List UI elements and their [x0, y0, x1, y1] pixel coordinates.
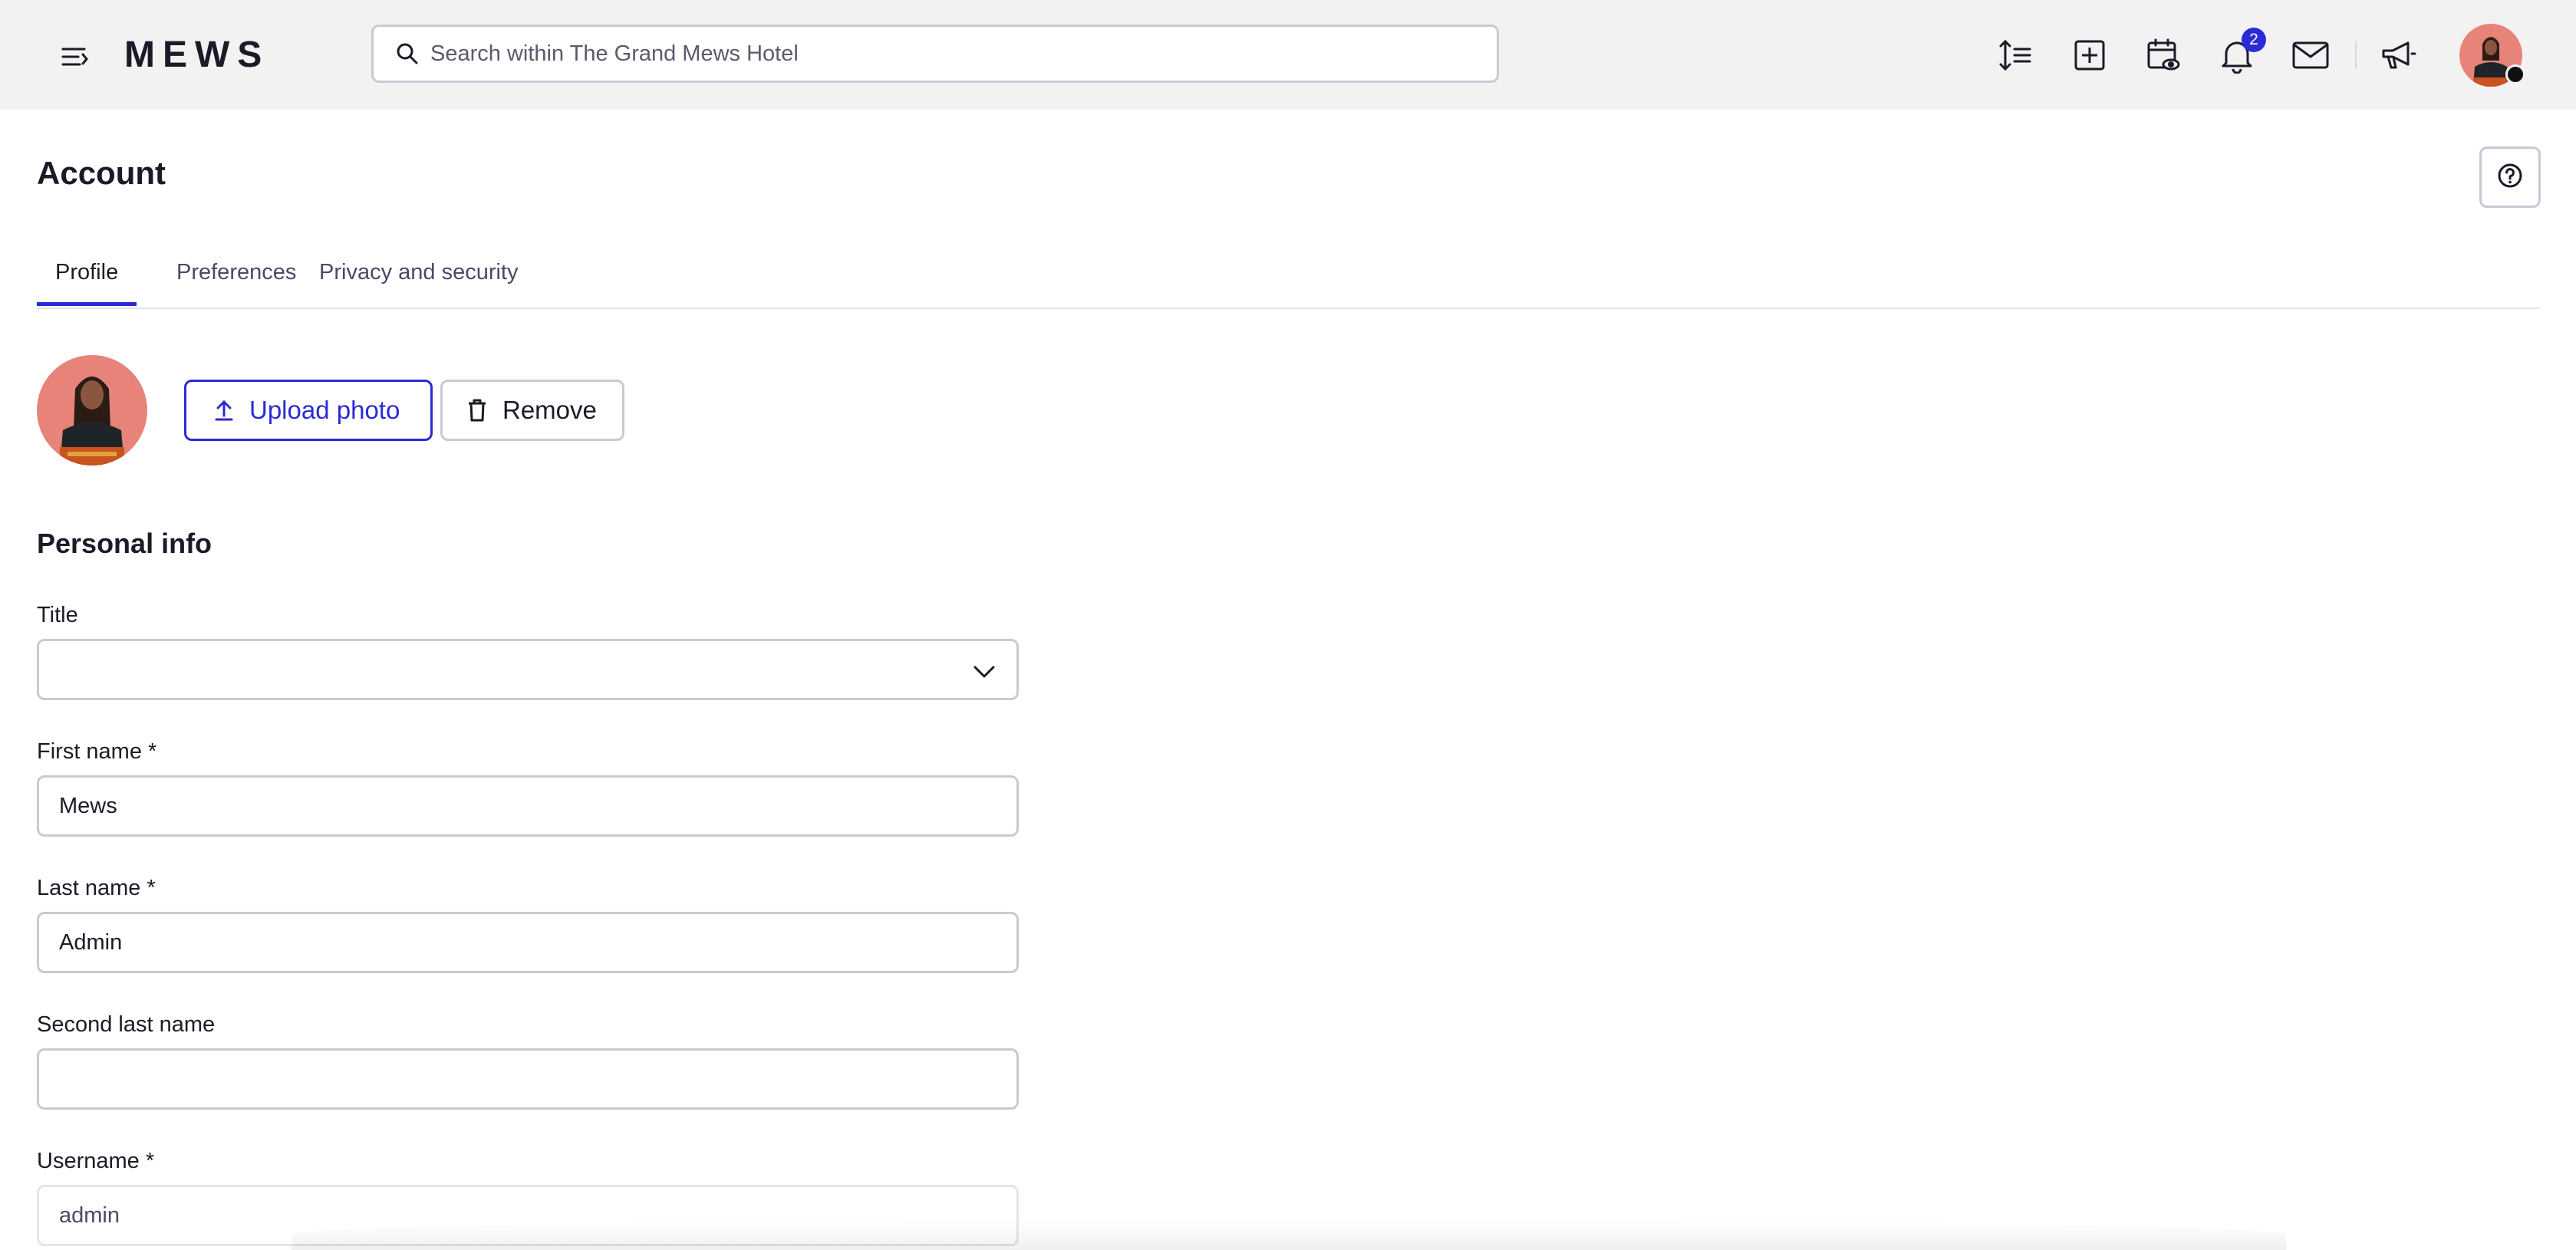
mail-icon[interactable]	[2289, 34, 2332, 77]
profile-photo	[37, 355, 147, 465]
second-last-name-label: Second last name	[37, 1012, 216, 1037]
app: MEWS 2 Accoun	[0, 0, 2576, 1250]
calendar-view-icon[interactable]	[2142, 34, 2185, 77]
upload-icon	[212, 399, 236, 422]
second-last-name-input[interactable]	[58, 1065, 966, 1093]
page-title: Account	[37, 155, 166, 191]
tab-privacy-and-security[interactable]: Privacy and security	[301, 252, 537, 306]
upload-photo-label: Upload photo	[249, 396, 400, 424]
menu-icon[interactable]	[58, 40, 92, 74]
last-name-field[interactable]	[37, 912, 1019, 973]
last-name-input[interactable]	[58, 929, 966, 956]
upload-photo-button[interactable]: Upload photo	[184, 380, 433, 441]
mews-logo[interactable]: MEWS	[124, 35, 269, 75]
tab-preferences[interactable]: Preferences	[158, 252, 315, 306]
add-icon[interactable]	[2068, 34, 2111, 77]
help-button[interactable]	[2479, 146, 2541, 208]
sort-icon[interactable]	[1995, 34, 2037, 77]
first-name-field[interactable]	[37, 775, 1019, 837]
remove-photo-label: Remove	[502, 396, 597, 424]
toolbar-divider	[2355, 41, 2357, 69]
tab-profile[interactable]: Profile	[37, 252, 137, 306]
remove-photo-button[interactable]: Remove	[440, 380, 624, 441]
personal-info-heading: Personal info	[37, 528, 212, 559]
chevron-down-icon	[970, 658, 998, 686]
megaphone-icon[interactable]	[2377, 34, 2420, 77]
main-content: Account Profile Preferences Privacy and …	[0, 110, 2576, 1250]
status-indicator	[2505, 64, 2525, 84]
bottom-shadow	[292, 1219, 2286, 1250]
account-tabs: Profile Preferences Privacy and security	[37, 252, 2541, 309]
title-select[interactable]	[37, 639, 1019, 700]
help-icon	[2497, 163, 2523, 192]
title-label: Title	[37, 603, 78, 627]
search-icon	[390, 42, 424, 65]
first-name-label: First name *	[37, 739, 157, 764]
title-select-value[interactable]	[58, 656, 966, 683]
first-name-input[interactable]	[58, 792, 966, 820]
top-bar: MEWS 2	[0, 0, 2576, 110]
trash-icon	[466, 398, 489, 423]
username-label: Username *	[37, 1149, 155, 1173]
notification-badge: 2	[2242, 28, 2266, 52]
search-bar[interactable]	[371, 25, 1499, 83]
second-last-name-field[interactable]	[37, 1048, 1019, 1110]
last-name-label: Last name *	[37, 876, 156, 900]
search-input[interactable]	[429, 40, 1475, 67]
